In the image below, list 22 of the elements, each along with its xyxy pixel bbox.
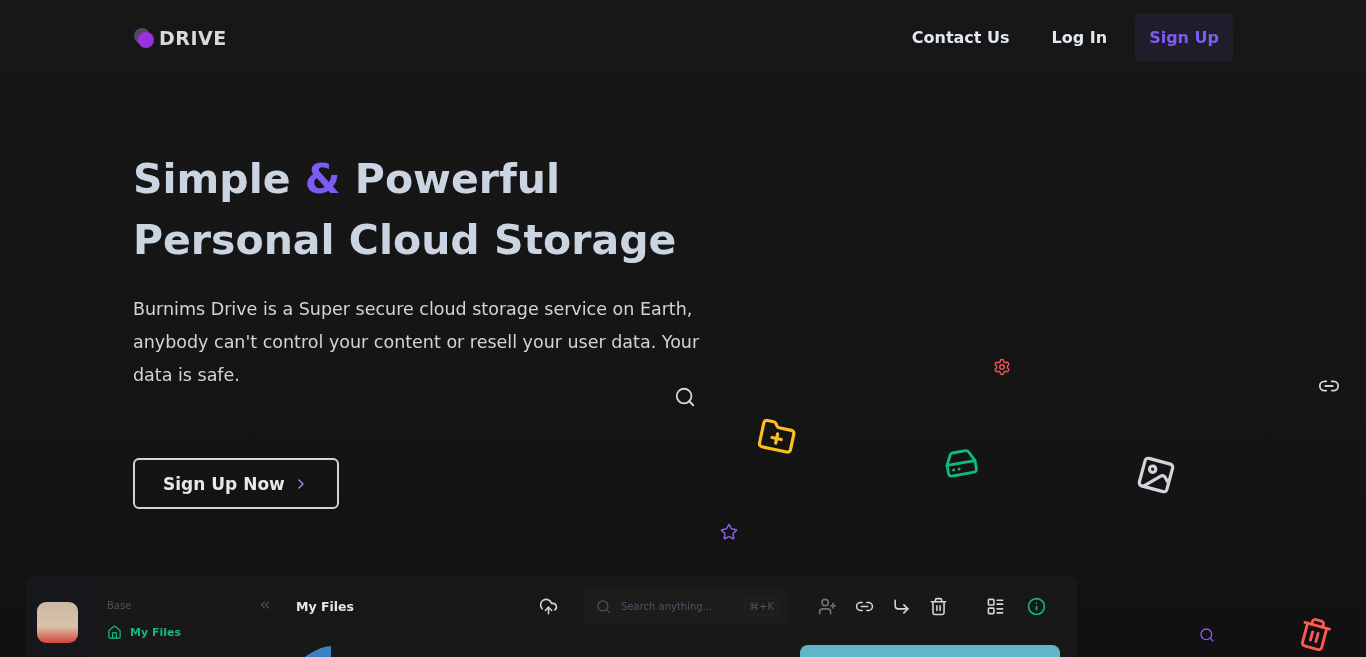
shortcut-hint: ⌘+K [745, 597, 778, 615]
sidebar-item[interactable]: My Files [107, 625, 181, 640]
nav-link[interactable]: Contact Us [897, 13, 1024, 62]
hero-title: Simple & Powerful Personal Cloud Storage [133, 154, 678, 266]
search-input[interactable]: Search anything... [619, 599, 738, 613]
sign-up-button[interactable]: Sign Up [1135, 13, 1233, 62]
info-icon[interactable] [1027, 596, 1046, 616]
search-icon [596, 598, 611, 614]
home-icon [107, 625, 122, 640]
trash-icon[interactable] [929, 596, 948, 616]
sign-up-now-button[interactable]: Sign Up Now [133, 458, 339, 509]
layout-icon[interactable] [986, 596, 1005, 616]
brand-name: DRIVE [159, 26, 227, 49]
upload-icon[interactable] [539, 596, 558, 616]
nav-link[interactable]: Log In [1037, 13, 1122, 62]
page-title: My Files [296, 598, 355, 614]
sidebar-section-label: Base [107, 600, 132, 611]
hero-description: Burnims Drive is a Super secure cloud storage service on Earth, anybody can't control your content or resell your user data. Your data is safe. [133, 298, 701, 387]
logo-icon [133, 25, 157, 50]
avatar [37, 602, 78, 643]
add-user-icon[interactable] [818, 596, 837, 616]
move-icon[interactable] [892, 596, 911, 616]
